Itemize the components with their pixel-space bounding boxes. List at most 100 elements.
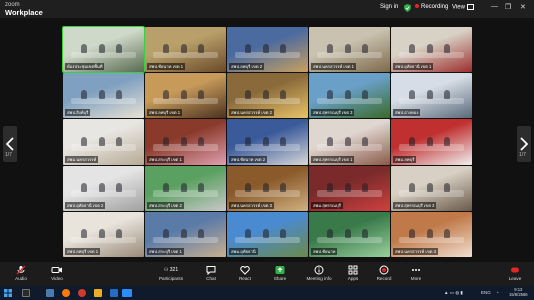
- participant-name: สพม.ลพบุรี: [393, 155, 417, 163]
- audio-button[interactable]: Audio: [6, 265, 36, 281]
- search-icon[interactable]: [22, 289, 30, 297]
- participant-silhouette: [244, 90, 251, 100]
- participant-tile[interactable]: สพป.สระบุรี เขต 2: [145, 165, 226, 211]
- task-view-icon[interactable]: [46, 289, 54, 297]
- participant-silhouette: [444, 228, 451, 238]
- participant-name: สพป.นครสวรรค์ เขต 1: [311, 63, 356, 71]
- share-button[interactable]: Share: [265, 265, 295, 281]
- participant-silhouette: [426, 228, 433, 238]
- participant-silhouette: [80, 136, 87, 146]
- participant-silhouette: [116, 44, 123, 54]
- video-label: Video: [51, 276, 63, 281]
- participant-tile[interactable]: สพป.สระบุรี เขต 1: [145, 119, 226, 165]
- more-label: More: [410, 276, 422, 281]
- participant-name: สพป.ลพบุรี เขต 2: [229, 63, 265, 71]
- chevron-left-icon: [6, 137, 14, 151]
- participant-tile[interactable]: สพป.ลพบุรี เขต 2: [227, 27, 308, 73]
- participant-tile[interactable]: สพม.นครสวรรค์: [63, 119, 144, 165]
- windows-taskbar: ▲ ▭ ◍ ▮ ENG ◔ 9:13 15/8/2566: [0, 286, 534, 300]
- participant-tile[interactable]: สพป.สุพรรณบุรี เขต 3: [309, 73, 390, 119]
- participant-tile[interactable]: สพป.อุทัยธานี เขต 1: [391, 27, 472, 73]
- clock[interactable]: 9:13 15/8/2566: [509, 287, 528, 297]
- participant-name: สพป.นครสวรรค์ เขต 3: [229, 201, 274, 209]
- participant-tile[interactable]: สพป.นครสวรรค์ เขต 3: [391, 211, 472, 257]
- maximize-icon[interactable]: ❐: [505, 3, 511, 11]
- chrome-icon[interactable]: [78, 289, 86, 297]
- gallery-grid: ห้องประชุมเขตพื้นที่ สพป.ชัยนาท เขต 1 สพป.…: [62, 25, 472, 257]
- more-icon: [412, 269, 420, 271]
- participant-silhouette: [198, 90, 205, 100]
- record-button[interactable]: Record: [369, 265, 399, 281]
- participants-count: 321: [169, 267, 179, 273]
- participant-tile[interactable]: สพป.ชัยนาท เขต 2: [227, 119, 308, 165]
- participant-name: สพป.ลพบุรี เขต 1: [147, 109, 183, 117]
- participant-tile[interactable]: สพป.สุพรรณบุรี เขต 1: [309, 119, 390, 165]
- language-indicator[interactable]: ENG: [481, 290, 491, 295]
- chat-button[interactable]: Chat: [196, 265, 226, 281]
- participant-tile[interactable]: สพป.ชัยนาท: [309, 211, 390, 257]
- participant-tile[interactable]: สพป.ลพบุรี เขต 1: [63, 211, 144, 257]
- word-icon[interactable]: [110, 289, 118, 297]
- participant-tile[interactable]: สพป.นครสวรรค์ เขต 3: [227, 165, 308, 211]
- participant-tile[interactable]: สพป.นครสวรรค์ เขต 1: [309, 27, 390, 73]
- recording-label: Recording: [421, 4, 449, 10]
- view-button[interactable]: View: [452, 4, 474, 11]
- tray-icons[interactable]: ▲ ▭ ◍ ▮: [444, 290, 463, 296]
- participant-tile[interactable]: สพป.ลพบุรี เขต 1: [145, 73, 226, 119]
- view-label: View: [452, 4, 465, 11]
- recording-indicator[interactable]: Recording: [415, 4, 448, 10]
- meeting-info-label: Meeting info: [306, 276, 332, 281]
- participant-silhouette: [162, 44, 169, 54]
- chat-label: Chat: [206, 276, 216, 281]
- leave-icon: [511, 267, 519, 273]
- participant-silhouette: [180, 90, 187, 100]
- participants-button[interactable]: ⚇ 321 Participants: [154, 265, 188, 281]
- leave-button[interactable]: Leave: [500, 265, 530, 281]
- participant-tile[interactable]: สพป.ชัยนาท เขต 1: [145, 27, 226, 73]
- sign-in-link[interactable]: Sign in: [380, 4, 398, 10]
- camera-icon: [51, 267, 62, 273]
- participant-silhouette: [198, 228, 205, 238]
- participant-tile[interactable]: สพป.สิงห์บุรี: [63, 73, 144, 119]
- participant-silhouette: [344, 228, 351, 238]
- participant-tile[interactable]: สพม.อุทัยธานี: [227, 211, 308, 257]
- participant-name: สพม.สุพรรณบุรี: [311, 201, 343, 209]
- participant-silhouette: [326, 90, 333, 100]
- close-icon[interactable]: ✕: [520, 3, 526, 11]
- file-explorer-icon[interactable]: [94, 289, 102, 297]
- participant-silhouette: [262, 90, 269, 100]
- chevron-right-icon: [520, 137, 528, 151]
- react-button[interactable]: React: [230, 265, 260, 281]
- participant-silhouette: [362, 228, 369, 238]
- apps-button[interactable]: Apps: [338, 265, 368, 281]
- wifi-icon[interactable]: ◔: [496, 290, 499, 295]
- participant-name: สพป.สระบุรี เขต 2: [147, 201, 184, 209]
- zoom-taskbar-icon[interactable]: [122, 289, 132, 297]
- participant-name: สพป.สิงห์บุรี: [65, 109, 91, 117]
- participant-tile[interactable]: สพป.อ่างทอง: [391, 73, 472, 119]
- participant-silhouette: [426, 90, 433, 100]
- participant-tile[interactable]: สพม.สุพรรณบุรี: [309, 165, 390, 211]
- participant-silhouette: [344, 44, 351, 54]
- video-button[interactable]: Video: [42, 265, 72, 281]
- more-button[interactable]: More: [401, 265, 431, 281]
- participant-silhouette: [362, 136, 369, 146]
- participant-silhouette: [162, 90, 169, 100]
- windows-start-icon[interactable]: [4, 289, 12, 297]
- participant-tile[interactable]: สพป.อุทัยธานี เขต 2: [63, 165, 144, 211]
- firefox-icon[interactable]: [62, 289, 70, 297]
- minimize-icon[interactable]: —: [491, 3, 498, 10]
- shield-icon[interactable]: [404, 4, 411, 12]
- participant-tile[interactable]: ห้องประชุมเขตพื้นที่: [62, 25, 145, 74]
- participant-silhouette: [280, 44, 287, 54]
- info-icon: [314, 265, 324, 275]
- participant-silhouette: [408, 182, 415, 192]
- participant-silhouette: [408, 44, 415, 54]
- participant-tile[interactable]: สพม.ลพบุรี: [391, 119, 472, 165]
- meeting-info-button[interactable]: Meeting info: [304, 265, 334, 281]
- participant-tile[interactable]: สพป.นครสวรรค์ เขต 2: [227, 73, 308, 119]
- participant-silhouette: [444, 44, 451, 54]
- participant-tile[interactable]: สพป.สระบุรี เขต 1: [145, 211, 226, 257]
- participant-tile[interactable]: สพป.สุพรรณบุรี เขต 2: [391, 165, 472, 211]
- record-label: Record: [376, 276, 392, 281]
